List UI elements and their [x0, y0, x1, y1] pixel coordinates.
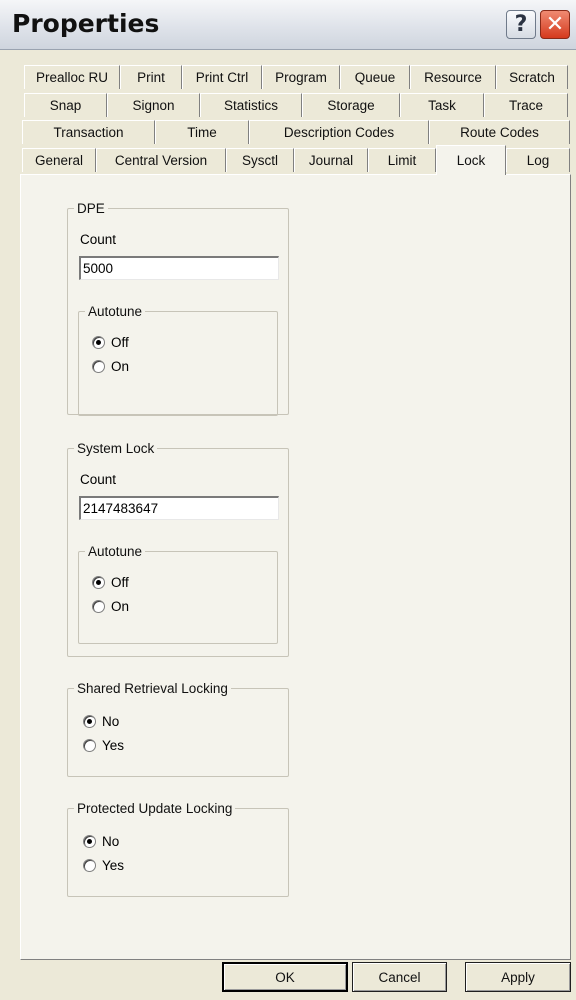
tab-queue[interactable]: Queue	[340, 65, 410, 89]
tab-prealloc-ru[interactable]: Prealloc RU	[24, 65, 120, 89]
tab-scratch[interactable]: Scratch	[496, 65, 568, 89]
shared-retrieval-locking-group: Shared Retrieval Locking No Yes	[67, 681, 289, 777]
protected-update-yes-option[interactable]: Yes	[83, 856, 124, 874]
dpe-legend: DPE	[77, 201, 105, 216]
tab-print-ctrl[interactable]: Print Ctrl	[182, 65, 262, 89]
tab-print[interactable]: Print	[120, 65, 182, 89]
tab-task[interactable]: Task	[400, 93, 484, 117]
system-lock-autotune-group: Autotune Off On	[78, 544, 278, 644]
system-lock-count-label: Count	[80, 472, 117, 487]
tab-time[interactable]: Time	[155, 120, 249, 144]
system-lock-autotune-off-option[interactable]: Off	[92, 573, 129, 591]
tab-central-version[interactable]: Central Version	[96, 148, 226, 172]
protected-update-yes-label: Yes	[102, 857, 125, 873]
system-lock-autotune-legend: Autotune	[88, 544, 143, 559]
radio-unchecked-icon[interactable]	[83, 738, 96, 752]
tab-signon[interactable]: Signon	[107, 93, 200, 117]
shared-retrieval-legend: Shared Retrieval Locking	[77, 681, 228, 696]
tab-route-codes[interactable]: Route Codes	[429, 120, 570, 144]
tab-transaction[interactable]: Transaction	[22, 120, 155, 144]
tab-sysctl[interactable]: Sysctl	[226, 148, 294, 172]
tab-resource[interactable]: Resource	[410, 65, 496, 89]
radio-checked-icon[interactable]	[83, 834, 96, 848]
help-button[interactable]: ?	[506, 10, 536, 39]
dpe-count-label: Count	[80, 232, 117, 247]
question-icon: ?	[514, 12, 528, 37]
window-title: Properties	[12, 9, 160, 38]
tab-trace[interactable]: Trace	[484, 93, 568, 117]
title-bar: Properties ? ✕	[0, 0, 576, 50]
tab-journal[interactable]: Journal	[294, 148, 368, 172]
dpe-group: DPE Count Autotune Off On	[67, 201, 289, 416]
dpe-autotune-off-label: Off	[111, 334, 129, 350]
protected-update-no-label: No	[102, 833, 120, 849]
tab-limit[interactable]: Limit	[368, 148, 436, 172]
system-lock-autotune-on-label: On	[111, 598, 130, 614]
tab-log[interactable]: Log	[506, 148, 570, 172]
protected-update-no-option[interactable]: No	[83, 832, 119, 850]
close-icon: ✕	[545, 12, 565, 37]
close-button[interactable]: ✕	[540, 10, 570, 39]
system-lock-count-input[interactable]	[79, 496, 279, 520]
apply-button[interactable]: Apply	[465, 962, 571, 992]
protected-update-legend: Protected Update Locking	[77, 801, 233, 816]
tab-storage[interactable]: Storage	[302, 93, 400, 117]
dpe-autotune-group: Autotune Off On	[78, 304, 278, 416]
dpe-autotune-legend: Autotune	[88, 304, 143, 319]
tab-general[interactable]: General	[22, 148, 96, 172]
lock-tab-panel: DPE Count Autotune Off On System Lock Co…	[20, 174, 571, 960]
cancel-button[interactable]: Cancel	[352, 962, 447, 992]
tab-program[interactable]: Program	[262, 65, 340, 89]
radio-checked-icon[interactable]	[83, 714, 96, 728]
system-lock-autotune-on-option[interactable]: On	[92, 597, 129, 615]
radio-checked-icon[interactable]	[92, 335, 105, 349]
tab-snap[interactable]: Snap	[24, 93, 107, 117]
ok-button[interactable]: OK	[222, 962, 348, 992]
protected-update-locking-group: Protected Update Locking No Yes	[67, 801, 289, 897]
dpe-autotune-on-label: On	[111, 358, 130, 374]
system-lock-autotune-off-label: Off	[111, 574, 129, 590]
radio-unchecked-icon[interactable]	[92, 599, 105, 613]
dpe-count-input[interactable]	[79, 256, 279, 280]
shared-retrieval-yes-label: Yes	[102, 737, 125, 753]
tab-lock[interactable]: Lock	[436, 145, 506, 175]
radio-unchecked-icon[interactable]	[92, 359, 105, 373]
system-lock-legend: System Lock	[77, 441, 155, 456]
shared-retrieval-no-label: No	[102, 713, 120, 729]
tab-description-codes[interactable]: Description Codes	[249, 120, 429, 144]
tab-statistics[interactable]: Statistics	[200, 93, 302, 117]
shared-retrieval-no-option[interactable]: No	[83, 712, 119, 730]
radio-unchecked-icon[interactable]	[83, 858, 96, 872]
system-lock-group: System Lock Count Autotune Off On	[67, 441, 289, 657]
radio-checked-icon[interactable]	[92, 575, 105, 589]
shared-retrieval-yes-option[interactable]: Yes	[83, 736, 124, 754]
dpe-autotune-on-option[interactable]: On	[92, 357, 129, 375]
dialog-body: Prealloc RU Print Print Ctrl Program Que…	[0, 50, 576, 1000]
dpe-autotune-off-option[interactable]: Off	[92, 333, 129, 351]
